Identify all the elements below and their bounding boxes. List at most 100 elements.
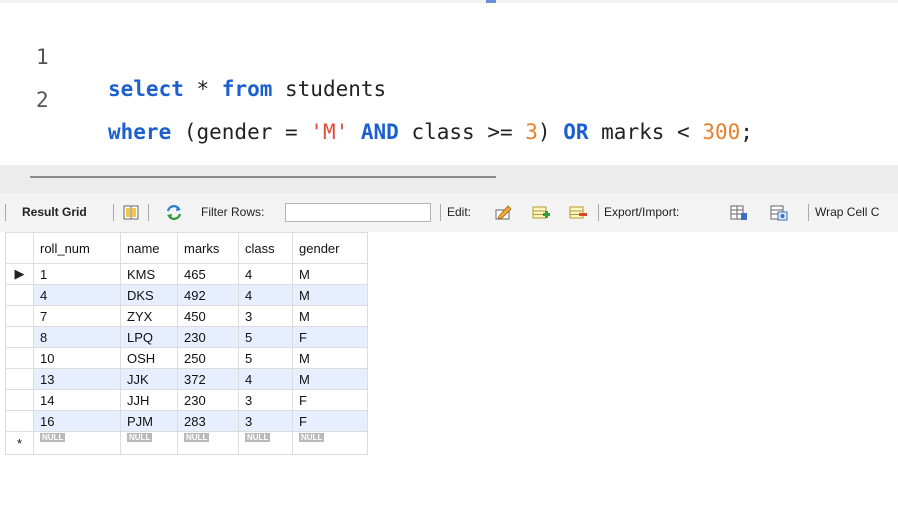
table-row[interactable]: 14 JJH 230 3 F	[5, 389, 368, 411]
code-text[interactable]: where (gender = 'M' AND class >= 3) OR m…	[108, 116, 753, 148]
cell-gender[interactable]: M	[292, 347, 368, 369]
cell-name[interactable]: ZYX	[120, 305, 178, 327]
code-token: *	[183, 77, 222, 101]
import-icon[interactable]	[770, 204, 788, 221]
cell-marks[interactable]: 250	[177, 347, 239, 369]
cell-class[interactable]: 5	[238, 326, 293, 348]
toolbar-separator	[598, 204, 599, 221]
filter-rows-input[interactable]	[285, 203, 431, 222]
code-line-2[interactable]: 2 where (gender = 'M' AND class >= 3) OR…	[0, 52, 753, 144]
number-literal: 300	[702, 120, 741, 144]
new-row[interactable]: * NULL NULL NULL NULL NULL	[5, 431, 368, 455]
code-token: ;	[740, 120, 753, 144]
cell-gender[interactable]: F	[292, 410, 368, 432]
row-marker	[5, 326, 34, 348]
code-token: (gender =	[171, 120, 311, 144]
code-line-1[interactable]: 1 select * from students	[0, 9, 386, 101]
cell-name[interactable]: PJM	[120, 410, 178, 432]
cell-name[interactable]: DKS	[120, 284, 178, 306]
result-toolbar: Result Grid Filter Rows: Edit: Export/Im…	[0, 193, 898, 232]
splitter-handle[interactable]	[30, 176, 496, 178]
string-literal: 'M'	[310, 120, 349, 144]
cell-gender[interactable]: NULL	[292, 431, 368, 455]
refresh-icon[interactable]	[165, 204, 183, 221]
cell-class[interactable]: 4	[238, 263, 293, 285]
delete-row-icon[interactable]	[569, 204, 587, 221]
cell-roll-num[interactable]: NULL	[33, 431, 121, 455]
cell-name[interactable]: NULL	[120, 431, 178, 455]
code-token: class >=	[398, 120, 526, 144]
new-row-marker: *	[5, 431, 34, 455]
cell-gender[interactable]: F	[292, 389, 368, 411]
editor-top-border	[0, 0, 898, 3]
add-row-icon[interactable]	[532, 204, 550, 221]
cell-roll-num[interactable]: 16	[33, 410, 121, 432]
row-marker	[5, 284, 34, 306]
column-header-marks[interactable]: marks	[177, 232, 239, 264]
form-view-icon[interactable]	[122, 204, 140, 221]
export-import-label: Export/Import:	[604, 205, 680, 219]
code-token: students	[272, 77, 387, 101]
table-row[interactable]: 16 PJM 283 3 F	[5, 410, 368, 432]
cell-roll-num[interactable]: 10	[33, 347, 121, 369]
column-header-name[interactable]: name	[120, 232, 178, 264]
cell-class[interactable]: NULL	[238, 431, 293, 455]
keyword: AND	[360, 120, 399, 144]
table-row[interactable]: 7 ZYX 450 3 M	[5, 305, 368, 327]
result-grid-tab[interactable]: Result Grid	[22, 193, 87, 232]
cell-class[interactable]: 3	[238, 410, 293, 432]
sql-editor[interactable]: 1 select * from students 2 where (gender…	[0, 0, 898, 165]
column-header-class[interactable]: class	[238, 232, 293, 264]
current-row-marker: ▶	[5, 263, 34, 285]
export-icon[interactable]	[730, 204, 748, 221]
column-header-roll-num[interactable]: roll_num	[33, 232, 121, 264]
table-row[interactable]: 10 OSH 250 5 M	[5, 347, 368, 369]
cell-marks[interactable]: 283	[177, 410, 239, 432]
cell-class[interactable]: 3	[238, 389, 293, 411]
cell-name[interactable]: JJK	[120, 368, 178, 390]
cell-class[interactable]: 5	[238, 347, 293, 369]
table-row[interactable]: 4 DKS 492 4 M	[5, 284, 368, 306]
cell-gender[interactable]: M	[292, 368, 368, 390]
cell-roll-num[interactable]: 4	[33, 284, 121, 306]
cell-marks[interactable]: 372	[177, 368, 239, 390]
edit-cell-icon[interactable]	[494, 204, 512, 221]
cell-roll-num[interactable]: 1	[33, 263, 121, 285]
cell-gender[interactable]: M	[292, 263, 368, 285]
code-token: )	[537, 120, 564, 144]
wrap-cell-content-label[interactable]: Wrap Cell C	[815, 193, 879, 232]
cell-marks[interactable]: 230	[177, 389, 239, 411]
cell-name[interactable]: JJH	[120, 389, 178, 411]
code-token: marks <	[588, 120, 703, 144]
cell-gender[interactable]: F	[292, 326, 368, 348]
cell-name[interactable]: LPQ	[120, 326, 178, 348]
column-header-gender[interactable]: gender	[292, 232, 368, 264]
table-row[interactable]: 8 LPQ 230 5 F	[5, 326, 368, 348]
result-grid[interactable]: roll_num name marks class gender ▶ 1 KMS…	[5, 232, 368, 455]
cell-class[interactable]: 3	[238, 305, 293, 327]
code-text[interactable]: select * from students	[108, 73, 386, 105]
null-badge: NULL	[245, 433, 271, 442]
panel-splitter[interactable]	[0, 165, 898, 193]
cell-roll-num[interactable]: 14	[33, 389, 121, 411]
cell-gender[interactable]: M	[292, 305, 368, 327]
cell-name[interactable]: OSH	[120, 347, 178, 369]
cell-roll-num[interactable]: 13	[33, 368, 121, 390]
cell-roll-num[interactable]: 7	[33, 305, 121, 327]
cell-class[interactable]: 4	[238, 368, 293, 390]
row-marker	[5, 368, 34, 390]
cell-class[interactable]: 4	[238, 284, 293, 306]
toolbar-separator	[5, 204, 6, 221]
cell-marks[interactable]: 492	[177, 284, 239, 306]
cell-marks[interactable]: 465	[177, 263, 239, 285]
keyword: where	[108, 120, 172, 144]
table-row[interactable]: ▶ 1 KMS 465 4 M	[5, 263, 368, 285]
line-number: 2	[36, 88, 49, 112]
cell-marks[interactable]: 450	[177, 305, 239, 327]
cell-gender[interactable]: M	[292, 284, 368, 306]
cell-roll-num[interactable]: 8	[33, 326, 121, 348]
cell-marks[interactable]: 230	[177, 326, 239, 348]
table-row[interactable]: 13 JJK 372 4 M	[5, 368, 368, 390]
cell-name[interactable]: KMS	[120, 263, 178, 285]
cell-marks[interactable]: NULL	[177, 431, 239, 455]
